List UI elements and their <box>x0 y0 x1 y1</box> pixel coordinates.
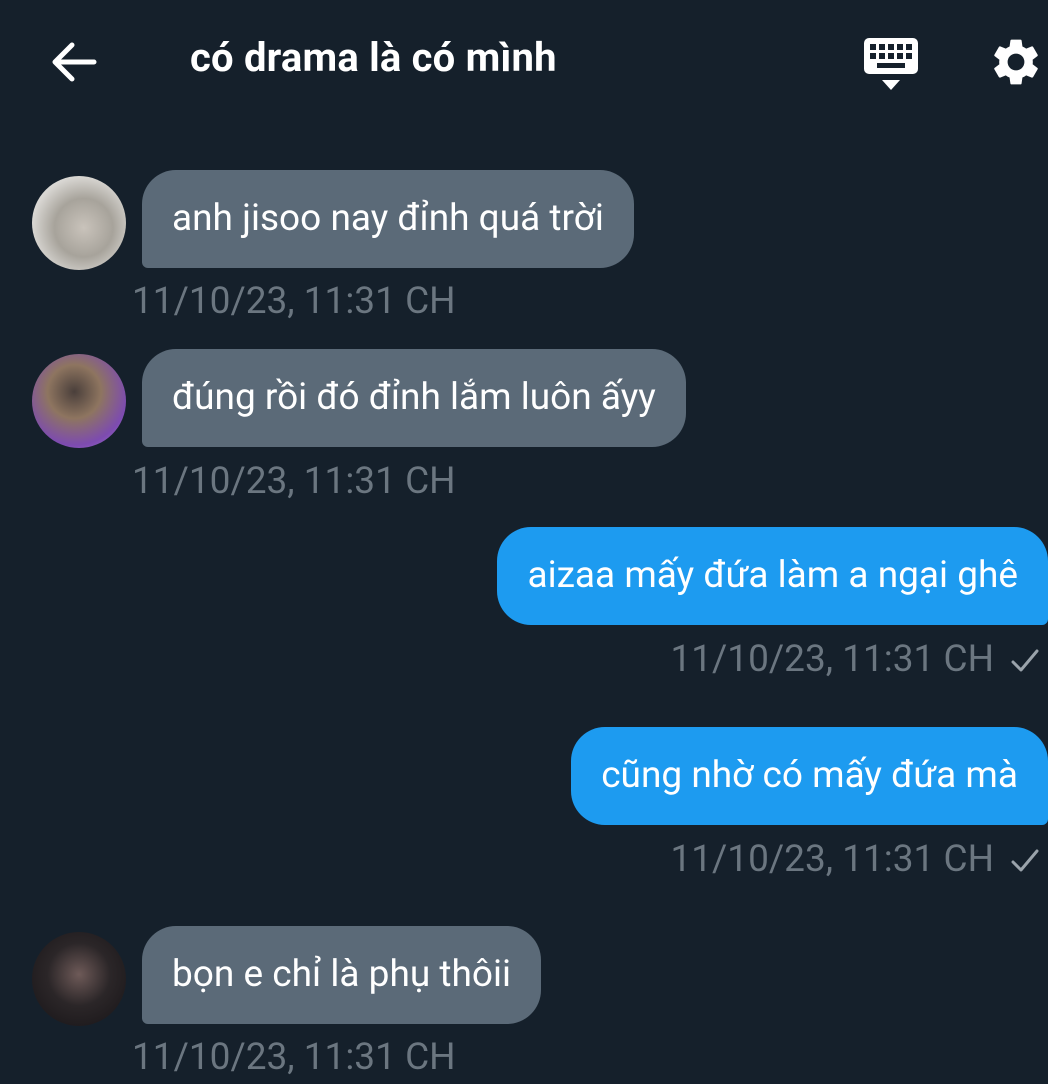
message-timestamp: 11/10/23, 11:31 CH <box>670 838 994 881</box>
keyboard-icon <box>864 38 918 90</box>
gear-icon <box>994 39 1038 85</box>
message-timestamp: 11/10/23, 11:31 CH <box>132 280 456 323</box>
conversation-title: có drama là có mình <box>190 34 557 81</box>
chat-header: có drama là có mình <box>0 0 1048 120</box>
sender-avatar[interactable] <box>32 932 126 1026</box>
keyboard-button[interactable] <box>862 36 920 92</box>
sender-avatar[interactable] <box>32 176 126 270</box>
checkmark-icon <box>1011 649 1039 672</box>
message-timestamp: 11/10/23, 11:31 CH <box>132 460 456 503</box>
sender-avatar[interactable] <box>32 354 126 448</box>
message-timestamp: 11/10/23, 11:31 CH <box>132 1036 456 1079</box>
incoming-message-bubble[interactable]: đúng rồi đó đỉnh lắm luôn ấyy <box>142 349 686 447</box>
outgoing-message-bubble[interactable]: cũng nhờ có mấy đứa mà <box>571 727 1048 825</box>
incoming-message-bubble[interactable]: anh jisoo nay đỉnh quá trời <box>142 170 634 268</box>
arrow-left-icon <box>52 42 97 82</box>
checkmark-icon <box>1011 849 1039 872</box>
settings-button[interactable] <box>988 34 1044 90</box>
outgoing-message-bubble[interactable]: aizaa mấy đứa làm a ngại ghê <box>497 527 1048 625</box>
back-button[interactable] <box>50 40 98 84</box>
incoming-message-bubble[interactable]: bọn e chỉ là phụ thôii <box>142 926 541 1024</box>
message-timestamp: 11/10/23, 11:31 CH <box>670 638 994 681</box>
